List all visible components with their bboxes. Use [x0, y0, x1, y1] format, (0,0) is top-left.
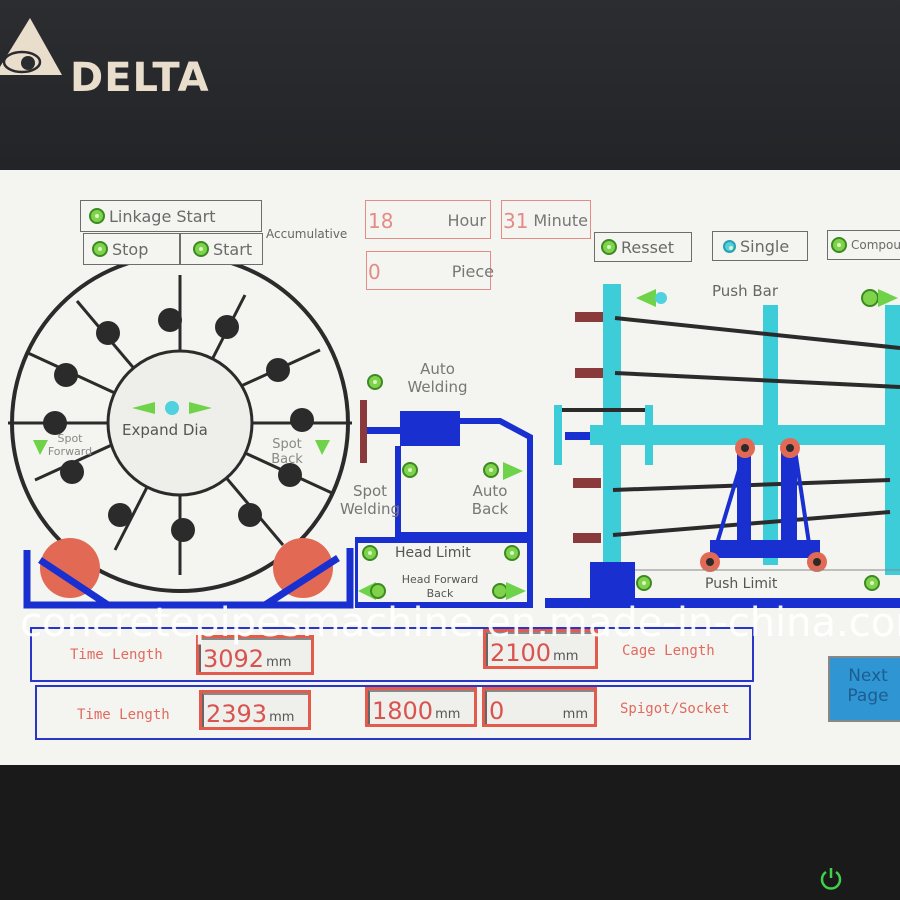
head-limit-label: Head Limit — [395, 545, 471, 561]
hmi-bezel-top: DELTA — [0, 0, 900, 170]
linkage-start-lamp-icon — [89, 208, 105, 224]
start-button[interactable]: Start — [180, 233, 263, 265]
head-forward-arrow-button[interactable] — [358, 580, 388, 602]
spigot-socket-panel: Time Length 2393 mm 1800 mm 0 mm Spigot/Soc… — [35, 685, 751, 740]
push-limit-label: Push Limit — [705, 576, 778, 592]
reset-button[interactable]: Resset — [594, 232, 692, 262]
head-back-arrow-button[interactable] — [490, 580, 528, 602]
time-length-label-1: Time Length — [70, 647, 163, 663]
compound-label: Compou — [851, 238, 900, 252]
head-limit-left-lamp-icon — [362, 545, 378, 561]
stop-button[interactable]: Stop — [83, 233, 180, 265]
push-limit-left-lamp-icon — [636, 575, 652, 591]
time-length-input-2[interactable]: 2393 mm — [199, 690, 311, 730]
push-bar-frame-diagram — [545, 284, 900, 608]
stop-label: Stop — [112, 239, 149, 259]
spigot-socket-input[interactable]: 0 mm — [482, 687, 597, 727]
piece-label: Piece — [451, 262, 494, 281]
time-length-label-2: Time Length — [77, 707, 170, 723]
auto-back-arrow-icon — [503, 462, 523, 480]
push-bar-label: Push Bar — [712, 282, 779, 300]
length-value-3: 1800 — [372, 697, 434, 725]
minute-display: 31 Minute — [501, 200, 591, 239]
push-bar-back-arrow-button[interactable] — [636, 287, 672, 309]
hmi-bezel-bottom — [0, 765, 900, 900]
brand-name: DELTA — [70, 55, 210, 101]
accumulative-label: Accumulative — [266, 227, 348, 241]
auto-welding-lamp-icon — [367, 374, 383, 390]
auto-back-label: Auto Back — [471, 482, 509, 518]
start-lamp-icon — [193, 241, 209, 257]
compound-lamp-icon — [831, 237, 847, 253]
expand-dia-label: Expand Dia — [122, 421, 208, 439]
unit-label: mm — [553, 649, 579, 664]
piece-value: 0 — [368, 260, 381, 284]
auto-welding-label: Auto Welding — [407, 360, 468, 396]
spot-welding-label: Spot Welding — [339, 482, 401, 518]
next-page-label: Next Page — [847, 666, 889, 706]
unit-label: mm — [266, 655, 292, 670]
unit-label: mm — [435, 707, 461, 722]
spot-forward-label: Spot Forward — [47, 432, 93, 458]
delta-triangle-logo-icon — [0, 18, 62, 75]
spot-back-label: Spot Back — [271, 437, 303, 467]
single-label: Single — [740, 236, 790, 256]
unit-label: mm — [269, 710, 295, 725]
time-length-value-1: 3092 — [203, 645, 265, 673]
hour-value: 18 — [368, 209, 394, 233]
single-mode-button[interactable]: Single — [712, 231, 808, 261]
head-forward-back-label: Head Forward Back — [401, 573, 479, 600]
hour-label: Hour — [447, 211, 486, 230]
time-length-value-2: 2393 — [206, 700, 268, 728]
auto-back-lamp-icon — [483, 462, 499, 478]
minute-value: 31 — [503, 209, 529, 233]
minute-label: Minute — [533, 211, 588, 230]
reset-label: Resset — [621, 237, 675, 257]
piece-display: 0 Piece — [366, 251, 494, 290]
stop-lamp-icon — [92, 241, 108, 257]
head-limit-right-lamp-icon — [504, 545, 520, 561]
length-input-3[interactable]: 1800 mm — [365, 687, 477, 727]
start-label: Start — [213, 239, 253, 259]
next-page-button[interactable]: Next Page — [828, 656, 900, 722]
hour-display: 18 Hour — [365, 200, 491, 239]
hmi-screen: Linkage Start Stop Start Accumulative 18… — [0, 170, 900, 765]
spot-welding-lamp-icon — [402, 462, 418, 478]
frame-columns — [554, 284, 900, 575]
push-limit-right-lamp-icon — [864, 575, 880, 591]
single-lamp-icon — [723, 239, 736, 253]
delta-logo: DELTA — [0, 15, 240, 101]
push-bar-forward-arrow-button[interactable] — [860, 287, 900, 309]
spigot-socket-value: 0 — [489, 697, 505, 725]
watermark-text: concretepipesmachine.en.made-in-china.co… — [20, 600, 900, 646]
spigot-socket-label: Spigot/Socket — [620, 701, 730, 717]
power-icon[interactable] — [818, 866, 844, 892]
linkage-start-button[interactable]: Linkage Start — [80, 200, 262, 232]
compound-mode-button[interactable]: Compou — [827, 230, 900, 260]
spot-back-arrow-icon — [315, 440, 330, 455]
unit-label: mm — [562, 707, 588, 722]
linkage-start-label: Linkage Start — [109, 206, 216, 226]
reset-lamp-icon — [601, 239, 617, 255]
